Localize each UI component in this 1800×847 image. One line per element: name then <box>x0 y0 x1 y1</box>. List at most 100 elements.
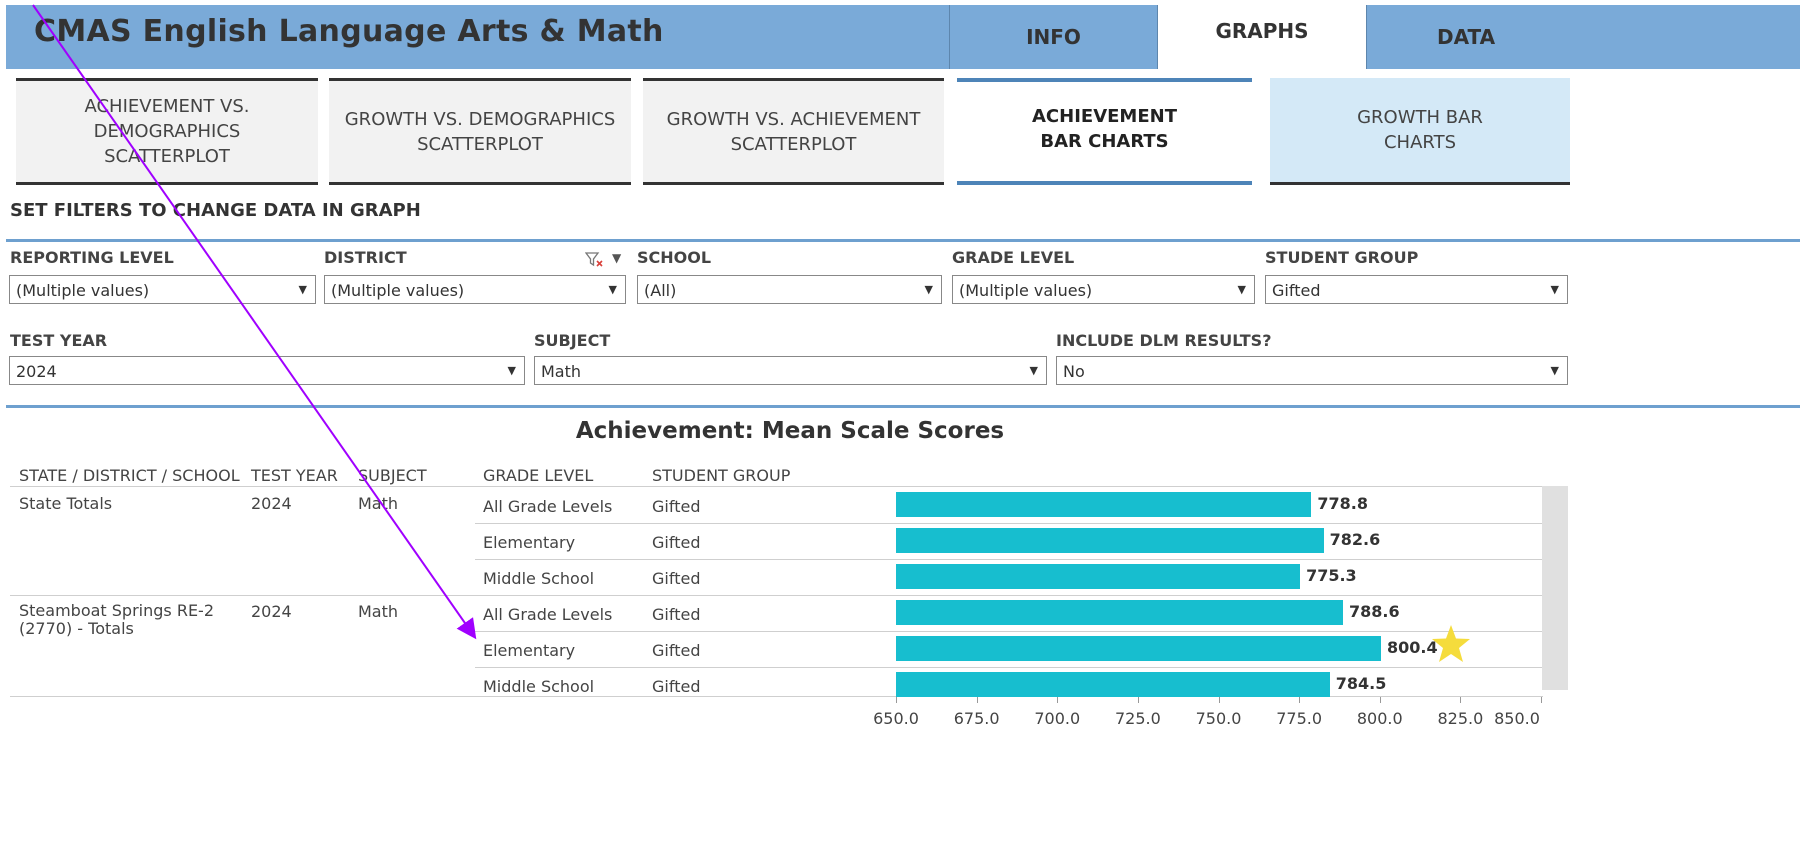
chart-title-text: Achievement: Mean Scale Scores <box>575 418 1005 444</box>
tab-info-label: INFO <box>1026 25 1081 49</box>
row-divider <box>475 559 1543 560</box>
group-year: 2024 <box>251 602 292 621</box>
bar[interactable] <box>896 564 1301 589</box>
row-grade: Elementary <box>483 533 576 552</box>
district-value: (Multiple values) <box>331 281 465 300</box>
chevron-down-icon: ▼ <box>1237 283 1246 296</box>
bar-value-label: 784.5 <box>1335 674 1387 693</box>
axis-tick-label: 725.0 <box>1114 709 1161 728</box>
axis-tick-label: 700.0 <box>1034 709 1081 728</box>
include-dlm-select[interactable]: No ▼ <box>1056 356 1568 385</box>
reporting-level-value: (Multiple values) <box>16 281 150 300</box>
axis-tick-mark <box>1218 697 1220 703</box>
test-year-label: TEST YEAR <box>10 331 108 350</box>
divider <box>6 405 1800 408</box>
subject-select[interactable]: Math ▼ <box>534 356 1047 385</box>
column-header: STATE / DISTRICT / SCHOOL <box>19 466 240 485</box>
grade-level-select[interactable]: (Multiple values) ▼ <box>952 275 1255 304</box>
chevron-down-icon: ▼ <box>1029 364 1038 377</box>
column-header: GRADE LEVEL <box>483 466 594 485</box>
row-student-group: Gifted <box>652 641 701 660</box>
row-divider <box>475 523 1543 524</box>
row-divider <box>475 631 1543 632</box>
bar[interactable] <box>896 492 1312 517</box>
axis-tick-label: 675.0 <box>953 709 1000 728</box>
bar-value-label: 782.6 <box>1329 530 1381 549</box>
column-header: TEST YEAR <box>251 466 338 485</box>
group-name: State Totals <box>19 494 113 513</box>
bar-value-label: 775.3 <box>1306 566 1357 585</box>
tab-graphs-label: GRAPHS <box>1215 19 1309 43</box>
chevron-down-icon: ▼ <box>608 283 617 296</box>
chart-title: Achievement: Mean Scale Scores <box>0 418 1580 444</box>
row-divider <box>10 486 1543 487</box>
subtab-label: ACHIEVEMENT VS. DEMOGRAPHICS SCATTERPLOT <box>84 96 250 167</box>
chevron-down-icon: ▼ <box>507 364 516 377</box>
row-student-group: Gifted <box>652 497 701 516</box>
district-select[interactable]: (Multiple values) ▼ <box>324 275 626 304</box>
tab-data-label: DATA <box>1437 25 1496 49</box>
school-select[interactable]: (All) ▼ <box>637 275 942 304</box>
subtab-growth-vs-demographics[interactable]: GROWTH VS. DEMOGRAPHICS SCATTERPLOT <box>329 78 631 185</box>
subtab-label: ACHIEVEMENT BAR CHARTS <box>1032 106 1177 152</box>
bar-value-label: 788.6 <box>1348 602 1400 621</box>
reporting-level-select[interactable]: (Multiple values) ▼ <box>9 275 316 304</box>
axis-tick-label: 750.0 <box>1195 709 1242 728</box>
group-name: Steamboat Springs RE-2 (2770) - Totals <box>19 601 215 638</box>
bar[interactable] <box>896 600 1343 625</box>
axis-tick-mark <box>896 697 897 703</box>
row-grade: Middle School <box>483 677 595 696</box>
scrollbar[interactable] <box>1542 486 1568 690</box>
filters-hint: SET FILTERS TO CHANGE DATA IN GRAPH <box>10 200 421 221</box>
row-grade: Elementary <box>483 641 576 660</box>
subtab-label: GROWTH BAR CHARTS <box>1357 107 1483 153</box>
axis-tick-mark <box>976 697 978 703</box>
row-divider <box>475 667 1543 668</box>
reporting-level-label: REPORTING LEVEL <box>10 248 174 267</box>
group-subject: Math <box>358 602 399 621</box>
bar[interactable] <box>896 636 1382 661</box>
filter-clear-icon[interactable] <box>585 251 605 269</box>
include-dlm-value: No <box>1063 362 1085 381</box>
axis-tick-mark <box>1460 697 1462 703</box>
chevron-down-icon: ▼ <box>924 283 933 296</box>
axis-tick-mark <box>1541 697 1542 703</box>
bar[interactable] <box>896 528 1324 553</box>
row-grade: All Grade Levels <box>483 497 613 516</box>
grade-level-value: (Multiple values) <box>959 281 1093 300</box>
subtab-achievement-bar-charts[interactable]: ACHIEVEMENT BAR CHARTS <box>957 78 1252 185</box>
subject-label: SUBJECT <box>534 331 611 350</box>
group-subject: Math <box>358 494 399 513</box>
subtab-achievement-vs-demographics[interactable]: ACHIEVEMENT VS. DEMOGRAPHICS SCATTERPLOT <box>16 78 318 185</box>
grade-level-label: GRADE LEVEL <box>952 248 1075 267</box>
row-student-group: Gifted <box>652 533 701 552</box>
axis-tick-mark <box>1379 697 1381 703</box>
axis-tick-mark <box>1299 697 1301 703</box>
row-divider <box>10 595 1543 596</box>
student-group-label: STUDENT GROUP <box>1265 248 1419 267</box>
bar-value-label: 778.8 <box>1317 494 1368 513</box>
row-grade: Middle School <box>483 569 595 588</box>
axis-tick-label: 650.0 <box>873 709 919 728</box>
school-value: (All) <box>644 281 677 300</box>
star-icon <box>1432 625 1470 662</box>
school-label: SCHOOL <box>637 248 712 267</box>
subtab-growth-bar-charts[interactable]: GROWTH BAR CHARTS <box>1270 78 1570 185</box>
subtab-growth-vs-achievement[interactable]: GROWTH VS. ACHIEVEMENT SCATTERPLOT <box>643 78 944 185</box>
student-group-select[interactable]: Gifted ▼ <box>1265 275 1568 304</box>
axis-tick-label: 775.0 <box>1276 709 1323 728</box>
subject-value: Math <box>541 362 582 381</box>
district-menu-caret-icon[interactable]: ▼ <box>612 251 621 265</box>
test-year-select[interactable]: 2024 ▼ <box>9 356 525 385</box>
district-label: DISTRICT <box>324 248 407 267</box>
test-year-value: 2024 <box>16 362 57 381</box>
bar[interactable] <box>896 672 1330 697</box>
tab-data[interactable]: DATA <box>1366 5 1800 69</box>
tab-info[interactable]: INFO <box>949 5 1158 69</box>
chevron-down-icon: ▼ <box>1550 283 1559 296</box>
column-header: STUDENT GROUP <box>652 466 791 485</box>
axis-tick-label: 825.0 <box>1437 709 1484 728</box>
row-student-group: Gifted <box>652 569 701 588</box>
chevron-down-icon: ▼ <box>1550 364 1559 377</box>
tab-graphs[interactable]: GRAPHS <box>1158 5 1366 69</box>
